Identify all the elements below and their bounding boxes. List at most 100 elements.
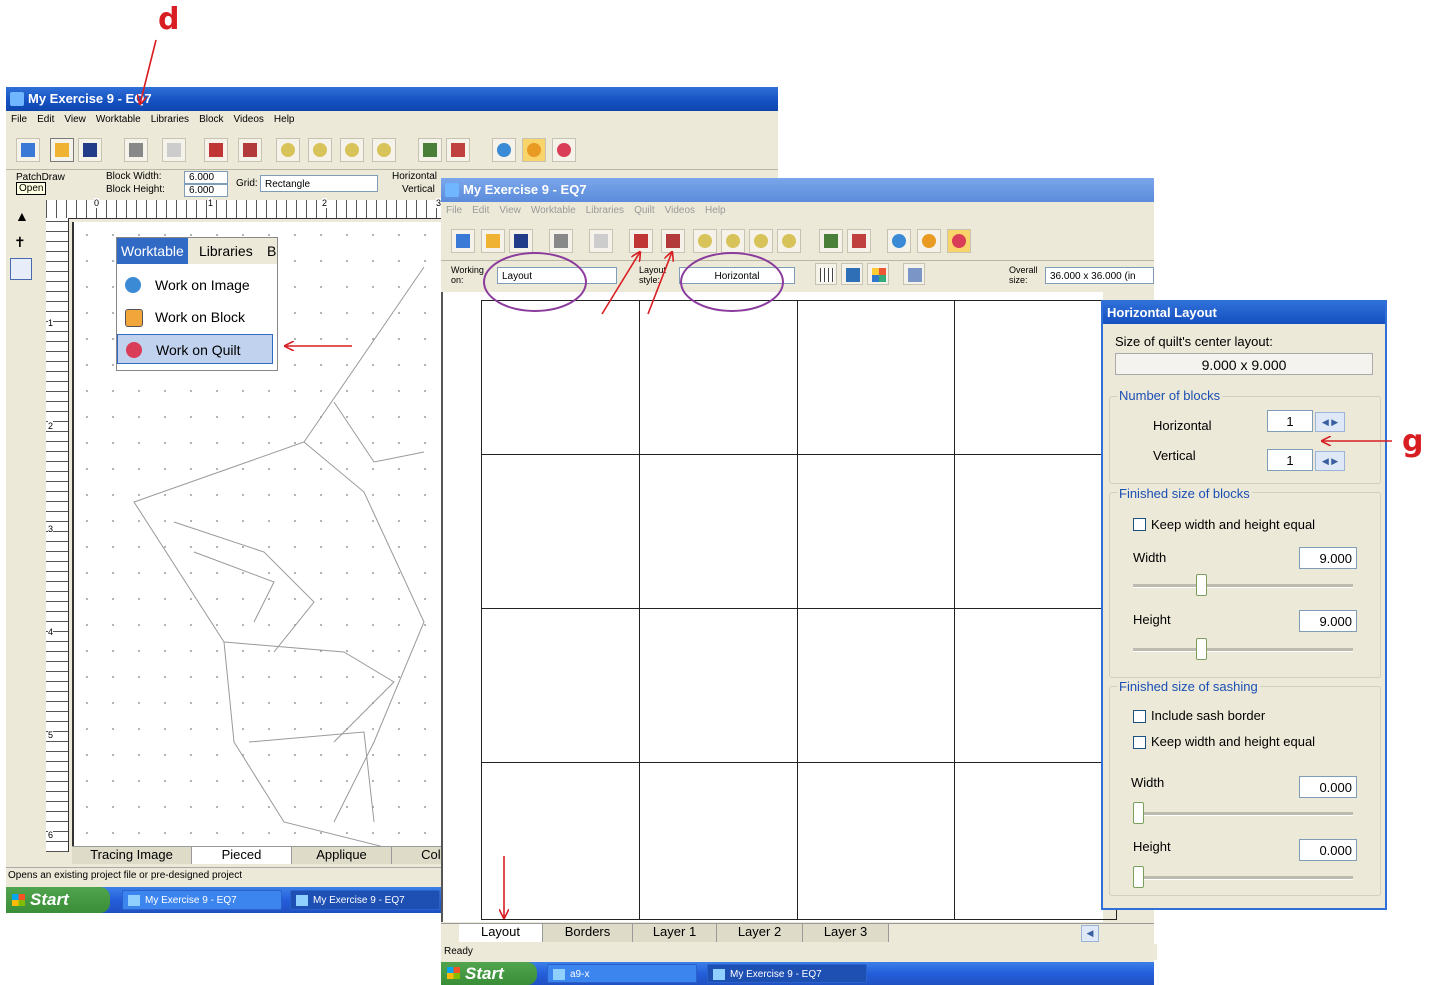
- window-title-bar[interactable]: My Exercise 9 - EQ7: [441, 178, 1154, 202]
- menu-item-work-on-block[interactable]: Work on Block: [117, 302, 273, 332]
- print-button[interactable]: [549, 229, 573, 253]
- tab-borders[interactable]: Borders: [543, 924, 633, 942]
- menu-edit[interactable]: Edit: [472, 205, 489, 216]
- work-on-image-button[interactable]: [887, 229, 911, 253]
- block-width-field[interactable]: 6.000: [184, 171, 228, 184]
- menu-header-worktable[interactable]: Worktable: [117, 238, 188, 264]
- menu-videos[interactable]: Videos: [234, 114, 264, 125]
- menu-libraries[interactable]: Libraries: [586, 205, 624, 216]
- menu-help[interactable]: Help: [705, 205, 726, 216]
- menu-file[interactable]: File: [11, 114, 27, 125]
- tab-scroll-left[interactable]: ◀: [1081, 925, 1099, 942]
- taskbar-button[interactable]: a9-x: [547, 964, 697, 983]
- block-height-slider[interactable]: [1133, 638, 1353, 660]
- menu-block[interactable]: Block: [199, 114, 223, 125]
- block-height-input[interactable]: 9.000: [1299, 610, 1357, 632]
- sash-width-slider-thumb[interactable]: [1133, 802, 1144, 824]
- menu-quilt[interactable]: Quilt: [634, 205, 655, 216]
- menu-file[interactable]: File: [446, 205, 462, 216]
- new-button[interactable]: [451, 229, 475, 253]
- panel-title-bar[interactable]: Horizontal Layout: [1103, 302, 1385, 324]
- menu-header-block[interactable]: B: [267, 238, 276, 264]
- sash-height-slider-thumb[interactable]: [1133, 866, 1144, 888]
- tab-layer-1[interactable]: Layer 1: [633, 924, 717, 942]
- refresh-zoom-button[interactable]: [749, 229, 773, 253]
- menu-worktable[interactable]: Worktable: [531, 205, 576, 216]
- work-on-image-button[interactable]: [492, 138, 516, 162]
- tab-applique[interactable]: Applique: [292, 847, 392, 864]
- block-width-input[interactable]: 9.000: [1299, 547, 1357, 569]
- layout-grid-button[interactable]: [815, 263, 837, 285]
- quilt-tool-button[interactable]: [819, 229, 843, 253]
- menu-item-work-on-quilt[interactable]: Work on Quilt: [117, 334, 273, 364]
- fit-to-worktable-button[interactable]: [372, 138, 396, 162]
- keep-equal-checkbox[interactable]: [1133, 518, 1146, 531]
- block-height-field[interactable]: 6.000: [184, 184, 228, 197]
- work-on-quilt-button[interactable]: [947, 229, 971, 253]
- fit-to-worktable-button[interactable]: [777, 229, 801, 253]
- add-to-sketchbook-button[interactable]: [204, 138, 228, 162]
- horizontal-count-input[interactable]: 1: [1267, 410, 1313, 432]
- sash-height-slider[interactable]: [1133, 866, 1353, 888]
- sash-height-input[interactable]: 0.000: [1299, 839, 1357, 861]
- view-sketchbook-button[interactable]: [661, 229, 685, 253]
- tab-tracing-image[interactable]: Tracing Image: [72, 847, 192, 864]
- open-button[interactable]: [481, 229, 505, 253]
- save-button[interactable]: [509, 229, 533, 253]
- zoom-out-button[interactable]: [308, 138, 332, 162]
- line-tool-icon[interactable]: [10, 258, 32, 280]
- select-arrow-icon[interactable]: ▲: [15, 208, 29, 224]
- menu-libraries[interactable]: Libraries: [151, 114, 189, 125]
- menu-help[interactable]: Help: [274, 114, 295, 125]
- undo-button[interactable]: [589, 229, 613, 253]
- tab-layer-3[interactable]: Layer 3: [803, 924, 889, 942]
- paintbrush-button[interactable]: [867, 263, 889, 285]
- menu-item-work-on-image[interactable]: Work on Image: [117, 270, 273, 300]
- symmetry-button[interactable]: [903, 263, 925, 285]
- menu-edit[interactable]: Edit: [37, 114, 54, 125]
- taskbar-button[interactable]: My Exercise 9 - EQ7: [707, 964, 867, 983]
- include-sash-border-checkbox[interactable]: [1133, 710, 1146, 723]
- help-button[interactable]: [847, 229, 871, 253]
- save-button[interactable]: [78, 138, 102, 162]
- vertical-count-spinner[interactable]: ◀ ▶: [1315, 451, 1345, 471]
- window-title-bar[interactable]: My Exercise 9 - EQ7: [6, 87, 778, 111]
- block-width-slider-thumb[interactable]: [1196, 574, 1207, 596]
- open-button[interactable]: [50, 138, 74, 162]
- tab-pieced[interactable]: Pieced: [192, 847, 292, 864]
- view-sketchbook-button[interactable]: [238, 138, 262, 162]
- menu-header-libraries[interactable]: Libraries: [199, 238, 253, 264]
- set-block-button[interactable]: [841, 263, 863, 285]
- block-height-slider-thumb[interactable]: [1196, 638, 1207, 660]
- work-on-block-button[interactable]: [917, 229, 941, 253]
- work-on-block-button[interactable]: [522, 138, 546, 162]
- start-button[interactable]: Start: [441, 962, 537, 985]
- tab-layout[interactable]: Layout: [459, 924, 543, 942]
- keep-equal-sash-checkbox[interactable]: [1133, 736, 1146, 749]
- taskbar-button[interactable]: My Exercise 9 - EQ7: [290, 890, 440, 910]
- tab-layer-2[interactable]: Layer 2: [717, 924, 803, 942]
- zoom-in-button[interactable]: [693, 229, 717, 253]
- work-on-quilt-button[interactable]: [552, 138, 576, 162]
- grid-select[interactable]: Rectangle: [260, 175, 378, 192]
- menu-worktable[interactable]: Worktable: [96, 114, 141, 125]
- shape-tool-icon[interactable]: ✝: [14, 234, 26, 251]
- new-button[interactable]: [16, 138, 40, 162]
- undo-button[interactable]: [162, 138, 186, 162]
- vertical-count-input[interactable]: 1: [1267, 449, 1313, 471]
- block-width-slider[interactable]: [1133, 574, 1353, 596]
- print-button[interactable]: [124, 138, 148, 162]
- block-tool-button[interactable]: [418, 138, 442, 162]
- refresh-zoom-button[interactable]: [340, 138, 364, 162]
- help-button[interactable]: [446, 138, 470, 162]
- sash-width-slider[interactable]: [1133, 802, 1353, 824]
- menu-view[interactable]: View: [64, 114, 86, 125]
- zoom-in-button[interactable]: [276, 138, 300, 162]
- quilt-canvas[interactable]: [441, 292, 1117, 922]
- zoom-out-button[interactable]: [721, 229, 745, 253]
- horizontal-count-spinner[interactable]: ◀ ▶: [1315, 412, 1345, 432]
- sash-width-input[interactable]: 0.000: [1299, 776, 1357, 798]
- menu-view[interactable]: View: [499, 205, 521, 216]
- taskbar-button[interactable]: My Exercise 9 - EQ7: [122, 890, 282, 910]
- add-to-sketchbook-button[interactable]: [629, 229, 653, 253]
